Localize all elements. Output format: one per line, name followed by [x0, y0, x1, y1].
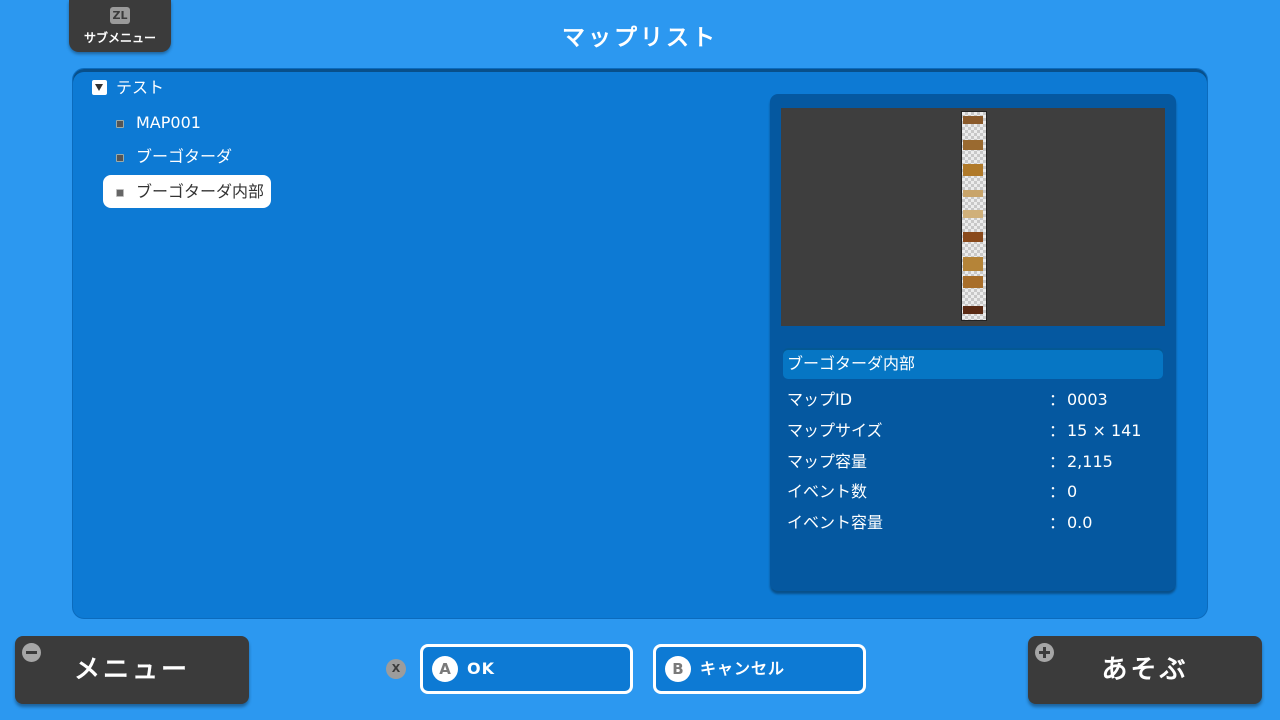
info-value: 0.0	[1067, 513, 1093, 532]
menu-button-label: メニュー	[73, 655, 190, 685]
tree-item-bugotada[interactable]: ブーゴターダ	[103, 140, 271, 173]
map-bullet-icon	[116, 189, 124, 197]
map-bullet-icon	[116, 154, 124, 162]
tree-item-map001[interactable]: MAP001	[103, 106, 271, 139]
page-title: マップリスト	[562, 25, 718, 51]
tree-item-bugotada-interior[interactable]: ブーゴターダ内部	[103, 175, 271, 208]
info-value: 0003	[1067, 390, 1108, 409]
tree-item-label: ブーゴターダ内部	[136, 182, 265, 201]
selected-map-name: ブーゴターダ内部	[783, 348, 1163, 379]
play-button-label: あそぶ	[1101, 655, 1189, 685]
info-key: イベント容量	[787, 513, 884, 532]
info-row-map-size: マップサイズ ： 15 × 141	[787, 419, 1157, 443]
info-separator: ：	[1049, 513, 1066, 532]
info-key: マップサイズ	[787, 421, 883, 440]
cancel-button[interactable]: B キャンセル	[653, 644, 866, 694]
map-thumbnail	[961, 111, 987, 321]
info-row-event-capacity: イベント容量 ： 0.0	[787, 511, 1157, 535]
tree-item-label: ブーゴターダ	[136, 147, 233, 166]
info-separator: ：	[1049, 421, 1066, 440]
info-row-map-capacity: マップ容量 ： 2,115	[787, 450, 1157, 474]
info-key: マップID	[787, 390, 853, 409]
info-separator: ：	[1049, 390, 1066, 409]
ok-button[interactable]: A OK	[420, 644, 633, 694]
info-row-map-id: マップID ： 0003	[787, 388, 1157, 412]
map-preview	[781, 108, 1165, 326]
info-key: マップ容量	[787, 452, 868, 471]
info-value: 15 × 141	[1067, 421, 1142, 440]
info-separator: ：	[1049, 482, 1066, 501]
b-key-icon: B	[665, 656, 691, 682]
x-key-icon: X	[386, 659, 406, 679]
info-row-event-count: イベント数 ： 0	[787, 480, 1157, 504]
cancel-button-label: キャンセル	[700, 659, 786, 678]
menu-button[interactable]: メニュー	[15, 636, 249, 704]
info-key: イベント数	[787, 482, 868, 501]
info-value: 2,115	[1067, 452, 1113, 471]
tree-folder-label: テスト	[116, 78, 165, 97]
selected-map-name-text: ブーゴターダ内部	[787, 354, 916, 373]
map-bullet-icon	[116, 120, 124, 128]
ok-button-label: OK	[467, 659, 495, 678]
a-key-icon: A	[432, 656, 458, 682]
info-separator: ：	[1049, 452, 1066, 471]
tree-item-label: MAP001	[136, 113, 201, 132]
info-value: 0	[1067, 482, 1078, 501]
folder-collapse-icon[interactable]	[92, 80, 107, 95]
play-button[interactable]: あそぶ	[1028, 636, 1262, 704]
